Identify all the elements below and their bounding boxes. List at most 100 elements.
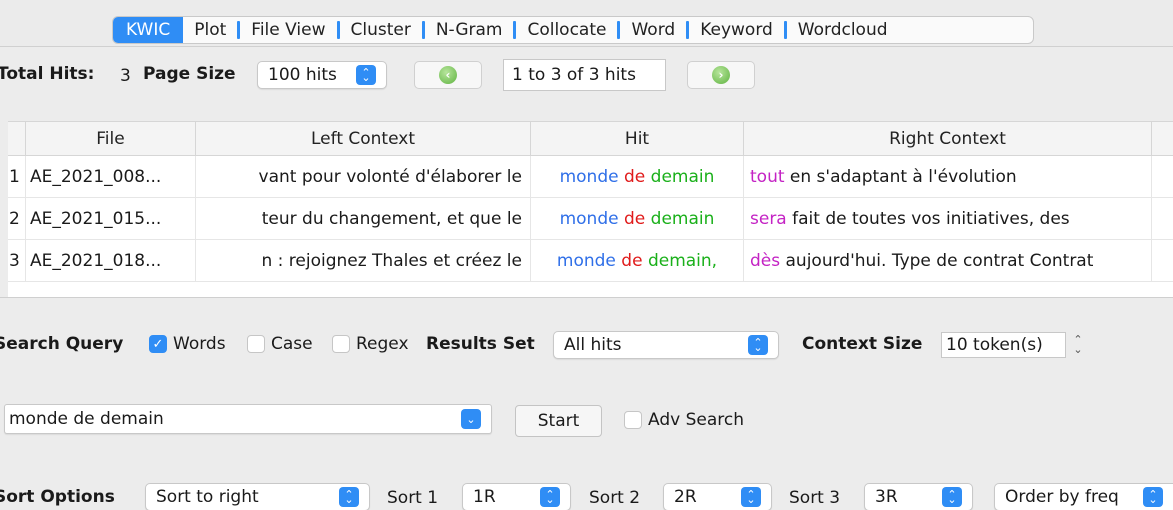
tab-file-view[interactable]: File View <box>240 17 336 43</box>
sort-2-value: 2R <box>674 487 697 507</box>
context-size-label: Context Size <box>802 334 923 354</box>
case-label: Case <box>271 334 313 354</box>
page-size-label: Page Size <box>143 64 236 84</box>
right-context-rest: aujourd'hui. Type de contrat Contrat <box>785 250 1094 271</box>
hit-word: de <box>624 166 646 187</box>
regex-label: Regex <box>356 334 409 354</box>
checkmark-icon: ✓ <box>149 335 167 353</box>
right-context-first-word: sera <box>750 208 787 229</box>
tab-plot[interactable]: Plot <box>183 17 237 43</box>
checkbox-box-icon <box>332 335 350 353</box>
order-select[interactable]: Order by freq ⌃ ⌄ <box>994 483 1173 510</box>
hit-word: monde <box>559 166 619 187</box>
context-size-field[interactable]: 10 token(s) <box>941 332 1066 358</box>
right-context-rest: en s'adaptant à l'évolution <box>789 166 1017 187</box>
next-page-button[interactable]: › <box>687 61 755 89</box>
select-stepper-icon: ⌃ ⌄ <box>339 487 359 507</box>
sort-1-label: Sort 1 <box>387 488 439 508</box>
right-context-cell: sera fait de toutes vos initiatives, des <box>744 198 1152 239</box>
hit-cell: monde de demain, <box>531 240 744 281</box>
hit-cell: monde de demain <box>531 198 744 239</box>
select-stepper-icon: ⌃ ⌄ <box>1143 487 1163 507</box>
arrow-right-icon: › <box>712 66 730 84</box>
tab-keyword[interactable]: Keyword <box>689 17 784 43</box>
sort-3-value: 3R <box>875 487 898 507</box>
row-index: 1 <box>8 156 26 197</box>
hit-word: monde <box>556 250 616 271</box>
hit-word: demain <box>650 166 715 187</box>
tab-collocate[interactable]: Collocate <box>516 17 617 43</box>
total-hits-label: Total Hits: <box>0 64 95 84</box>
left-context-cell: vant pour volonté d'élaborer le <box>196 156 531 197</box>
tab-wordcloud[interactable]: Wordcloud <box>787 17 899 43</box>
select-stepper-icon: ⌃ ⌄ <box>356 65 376 85</box>
sort-mode-value: Sort to right <box>156 487 259 507</box>
regex-checkbox[interactable]: Regex <box>332 334 409 354</box>
file-cell: AE_2021_018... <box>26 240 196 281</box>
context-size-stepper[interactable]: ⌃ ⌄ <box>1070 331 1086 359</box>
table-header: File Left Context Hit Right Context <box>8 122 1173 156</box>
start-button-label: Start <box>537 411 580 431</box>
tab-n-gram[interactable]: N-Gram <box>425 17 514 43</box>
search-query-value: monde de demain <box>9 409 164 429</box>
table-row[interactable]: 1 AE_2021_008... vant pour volonté d'éla… <box>8 156 1173 198</box>
page-range-text: 1 to 3 of 3 hits <box>512 65 636 85</box>
column-header-hit[interactable]: Hit <box>531 122 744 155</box>
hit-word: demain <box>650 208 715 229</box>
tab-kwic[interactable]: KWIC <box>113 17 184 43</box>
results-set-value: All hits <box>564 335 622 355</box>
checkbox-box-icon <box>247 335 265 353</box>
file-cell: AE_2021_008... <box>26 156 196 197</box>
select-stepper-icon: ⌃ ⌄ <box>741 487 761 507</box>
context-size-value: 10 token(s) <box>946 335 1043 355</box>
tool-tabs: KWIC Plot File View Cluster N-Gram Collo… <box>112 16 1034 44</box>
total-hits-value: 3 <box>120 66 131 86</box>
words-label: Words <box>173 334 226 354</box>
page-size-select[interactable]: 100 hits ⌃ ⌄ <box>257 61 387 89</box>
sort-1-select[interactable]: 1R ⌃ ⌄ <box>462 483 571 510</box>
sort-2-label: Sort 2 <box>589 488 641 508</box>
tab-word[interactable]: Word <box>620 17 686 43</box>
tab-cluster[interactable]: Cluster <box>340 17 422 43</box>
right-context-cell: tout en s'adaptant à l'évolution <box>744 156 1152 197</box>
results-set-select[interactable]: All hits ⌃ ⌄ <box>553 331 779 359</box>
table-divider <box>0 297 1173 298</box>
adv-search-checkbox[interactable]: Adv Search <box>624 410 744 430</box>
start-button[interactable]: Start <box>515 405 602 437</box>
chevron-down-icon: ⌄ <box>461 409 481 429</box>
column-header-left-context[interactable]: Left Context <box>196 122 531 155</box>
page-range-display: 1 to 3 of 3 hits <box>503 59 666 91</box>
search-query-label: Search Query <box>0 334 124 354</box>
select-stepper-icon: ⌃ ⌄ <box>942 487 962 507</box>
search-query-combobox[interactable]: monde de demain ⌄ <box>4 404 492 434</box>
right-context-first-word: tout <box>750 166 785 187</box>
row-index: 2 <box>8 198 26 239</box>
sort-3-select[interactable]: 3R ⌃ ⌄ <box>864 483 973 510</box>
sort-options-label: Sort Options <box>0 487 115 507</box>
sort-1-value: 1R <box>473 487 496 507</box>
words-checkbox[interactable]: ✓ Words <box>149 334 226 354</box>
case-checkbox[interactable]: Case <box>247 334 313 354</box>
column-header-index <box>8 122 26 155</box>
kwic-table: File Left Context Hit Right Context 1 AE… <box>8 121 1173 297</box>
sort-3-label: Sort 3 <box>789 488 841 508</box>
hit-word: de <box>624 208 646 229</box>
left-context-cell: teur du changement, et que le <box>196 198 531 239</box>
table-row[interactable]: 3 AE_2021_018... n : rejoignez Thales et… <box>8 240 1173 282</box>
checkbox-box-icon <box>624 411 642 429</box>
column-header-file[interactable]: File <box>26 122 196 155</box>
sort-mode-select[interactable]: Sort to right ⌃ ⌄ <box>145 483 370 510</box>
hit-cell: monde de demain <box>531 156 744 197</box>
previous-page-button[interactable]: ‹ <box>414 61 482 89</box>
right-context-first-word: dès <box>750 250 781 271</box>
right-context-cell: dès aujourd'hui. Type de contrat Contrat <box>744 240 1152 281</box>
sort-2-select[interactable]: 2R ⌃ ⌄ <box>663 483 772 510</box>
arrow-left-icon: ‹ <box>439 66 457 84</box>
column-header-right-context[interactable]: Right Context <box>744 122 1152 155</box>
results-set-label: Results Set <box>426 334 535 354</box>
select-stepper-icon: ⌃ ⌄ <box>540 487 560 507</box>
order-value: Order by freq <box>1005 487 1119 507</box>
stepper-down-icon: ⌄ <box>1073 343 1083 356</box>
hit-word: de <box>621 250 643 271</box>
table-row[interactable]: 2 AE_2021_015... teur du changement, et … <box>8 198 1173 240</box>
